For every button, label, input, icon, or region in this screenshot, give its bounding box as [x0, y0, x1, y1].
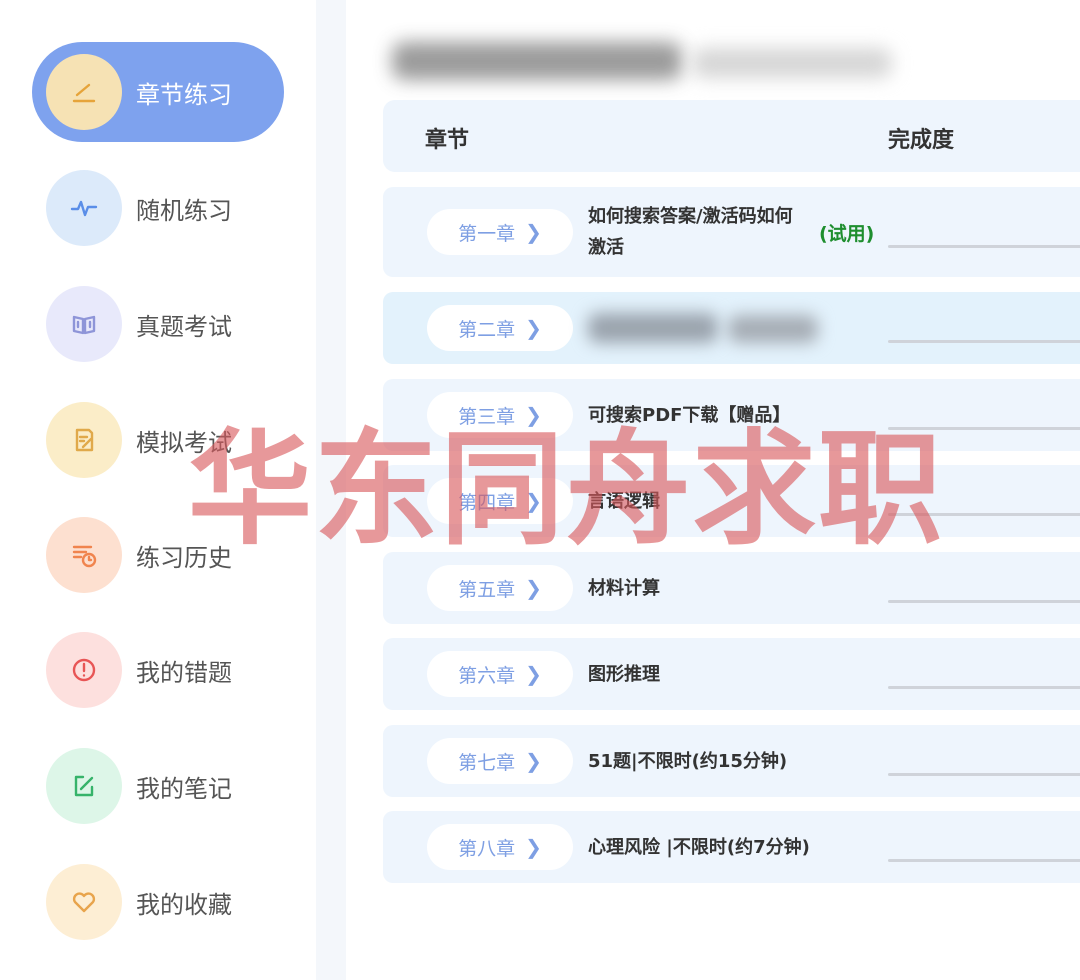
book-icon [46, 286, 122, 362]
pen-icon [46, 54, 122, 130]
progress-bar [888, 340, 1080, 343]
chapter-label: 第六章 [458, 664, 516, 687]
chapter-label: 第二章 [458, 318, 516, 341]
sidebar-item-3[interactable]: 真题考试 [32, 274, 284, 374]
chapter-label: 第七章 [458, 751, 516, 774]
heart-icon [46, 864, 122, 940]
chapter-row[interactable]: 第二章 ❯ [383, 292, 1080, 364]
chapter-button[interactable]: 第一章 ❯ [427, 209, 573, 255]
sidebar-item-label: 我的错题 [136, 658, 232, 687]
chapter-title: 图形推理 [588, 663, 660, 685]
chevron-right-icon: ❯ [525, 749, 542, 773]
chevron-right-icon: ❯ [525, 576, 542, 600]
chapter-button[interactable]: 第七章 ❯ [427, 738, 573, 784]
chapter-label: 第五章 [458, 578, 516, 601]
pulse-icon [46, 170, 122, 246]
note-icon [46, 748, 122, 824]
chapter-row[interactable]: 第七章 ❯ 51题|不限时(约15分钟) [383, 725, 1080, 797]
chevron-right-icon: ❯ [525, 220, 542, 244]
table-header: 章节 完成度 [383, 100, 1080, 172]
blurred-page-title [392, 34, 922, 90]
blurred-chapter-title [588, 311, 820, 345]
chapter-button[interactable]: 第八章 ❯ [427, 824, 573, 870]
header-chapter: 章节 [425, 128, 470, 153]
chapter-row[interactable]: 第一章 ❯ 如何搜索答案/激活码如何激活 (试用) [383, 187, 1080, 277]
sidebar-item-label: 真题考试 [136, 312, 232, 341]
sidebar-item-label: 我的收藏 [136, 890, 232, 919]
sidebar-item-2[interactable]: 随机练习 [32, 158, 284, 258]
sidebar-item-label: 我的笔记 [136, 774, 232, 803]
trial-badge: (试用) [819, 222, 875, 245]
chapter-label: 第八章 [458, 837, 516, 860]
alert-icon [46, 632, 122, 708]
header-completion: 完成度 [888, 128, 955, 153]
sidebar-item-7[interactable]: 我的笔记 [32, 736, 284, 836]
sidebar-item-label: 随机练习 [136, 196, 232, 225]
sidebar-item-6[interactable]: 我的错题 [32, 620, 284, 720]
chapter-button[interactable]: 第五章 ❯ [427, 565, 573, 611]
watermark: 华东同舟求职 [188, 418, 945, 562]
progress-bar [888, 600, 1080, 603]
chapter-row[interactable]: 第六章 ❯ 图形推理 [383, 638, 1080, 710]
progress-bar [888, 859, 1080, 862]
chevron-right-icon: ❯ [525, 316, 542, 340]
sidebar-item-8[interactable]: 我的收藏 [32, 852, 284, 952]
chapter-label: 第一章 [458, 222, 516, 245]
sidebar-item-1[interactable]: 章节练习 [32, 42, 284, 142]
chapter-button[interactable]: 第六章 ❯ [427, 651, 573, 697]
chapter-title: 心理风险 |不限时(约7分钟) [588, 836, 810, 858]
chevron-right-icon: ❯ [525, 662, 542, 686]
progress-bar [888, 773, 1080, 776]
chapter-title: 如何搜索答案/激活码如何激活 [588, 206, 793, 258]
chapter-row[interactable]: 第八章 ❯ 心理风险 |不限时(约7分钟) [383, 811, 1080, 883]
progress-bar [888, 245, 1080, 248]
history-icon [46, 517, 122, 593]
edit-doc-icon [46, 402, 122, 478]
chevron-right-icon: ❯ [525, 835, 542, 859]
chapter-title: 51题|不限时(约15分钟) [588, 750, 788, 772]
progress-bar [888, 686, 1080, 689]
sidebar-item-label: 章节练习 [136, 80, 232, 109]
chapter-button[interactable]: 第二章 ❯ [427, 305, 573, 351]
